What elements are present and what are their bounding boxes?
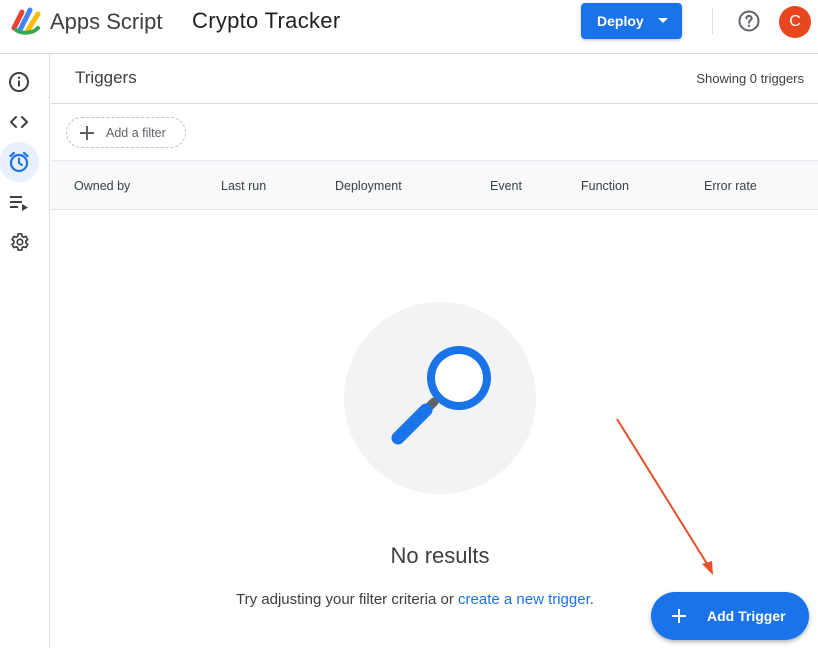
- triggers-header: Triggers Showing 0 triggers: [51, 54, 818, 104]
- app-name: Apps Script: [50, 9, 163, 34]
- add-filter-label: Add a filter: [106, 125, 166, 140]
- column-event[interactable]: Event: [490, 179, 522, 193]
- hint-prefix: Try adjusting your filter criteria or: [236, 591, 459, 608]
- project-name[interactable]: Crypto Tracker: [192, 8, 340, 34]
- hint-suffix: .: [589, 591, 594, 608]
- filter-bar: Add a filter: [51, 104, 818, 160]
- add-trigger-button[interactable]: Add Trigger: [651, 592, 809, 640]
- gear-icon: [11, 233, 29, 251]
- deploy-button[interactable]: Deploy: [581, 3, 682, 39]
- info-icon: [9, 72, 29, 92]
- rail-item-settings[interactable]: [5, 228, 33, 256]
- top-bar: Apps Script Crypto Tracker Deploy C: [0, 0, 818, 54]
- left-rail: [0, 54, 50, 648]
- column-last-run[interactable]: Last run: [221, 179, 266, 193]
- empty-state-hint: Try adjusting your filter criteria or cr…: [236, 591, 594, 608]
- rail-item-editor[interactable]: [5, 108, 33, 136]
- table-header: Owned by Last run Deployment Event Funct…: [51, 160, 818, 210]
- create-trigger-link[interactable]: create a new trigger: [458, 591, 590, 608]
- add-trigger-label: Add Trigger: [707, 608, 786, 624]
- add-filter-button[interactable]: Add a filter: [66, 117, 186, 148]
- alarm-clock-icon: [9, 151, 29, 173]
- rail-item-triggers[interactable]: [0, 142, 39, 182]
- page-title: Triggers: [75, 68, 137, 87]
- rail-item-overview[interactable]: [5, 68, 33, 96]
- executions-icon: [10, 196, 28, 211]
- help-circle-icon[interactable]: [737, 9, 761, 33]
- column-deployment[interactable]: Deployment: [335, 179, 402, 193]
- plus-icon: [672, 609, 686, 623]
- divider: [712, 8, 713, 34]
- plus-icon: [80, 125, 94, 140]
- deploy-button-label: Deploy: [597, 13, 644, 29]
- avatar[interactable]: C: [779, 6, 811, 38]
- caret-down-icon: [658, 18, 668, 23]
- column-error-rate[interactable]: Error rate: [704, 179, 757, 193]
- column-function[interactable]: Function: [581, 179, 629, 193]
- apps-script-logo-icon[interactable]: [10, 6, 44, 36]
- trigger-count: Showing 0 triggers: [696, 71, 804, 86]
- column-owned-by[interactable]: Owned by: [74, 179, 130, 193]
- empty-state-title: No results: [390, 543, 490, 568]
- magnifier-icon: [391, 346, 491, 445]
- rail-item-executions[interactable]: [5, 188, 33, 216]
- code-icon: [10, 116, 28, 128]
